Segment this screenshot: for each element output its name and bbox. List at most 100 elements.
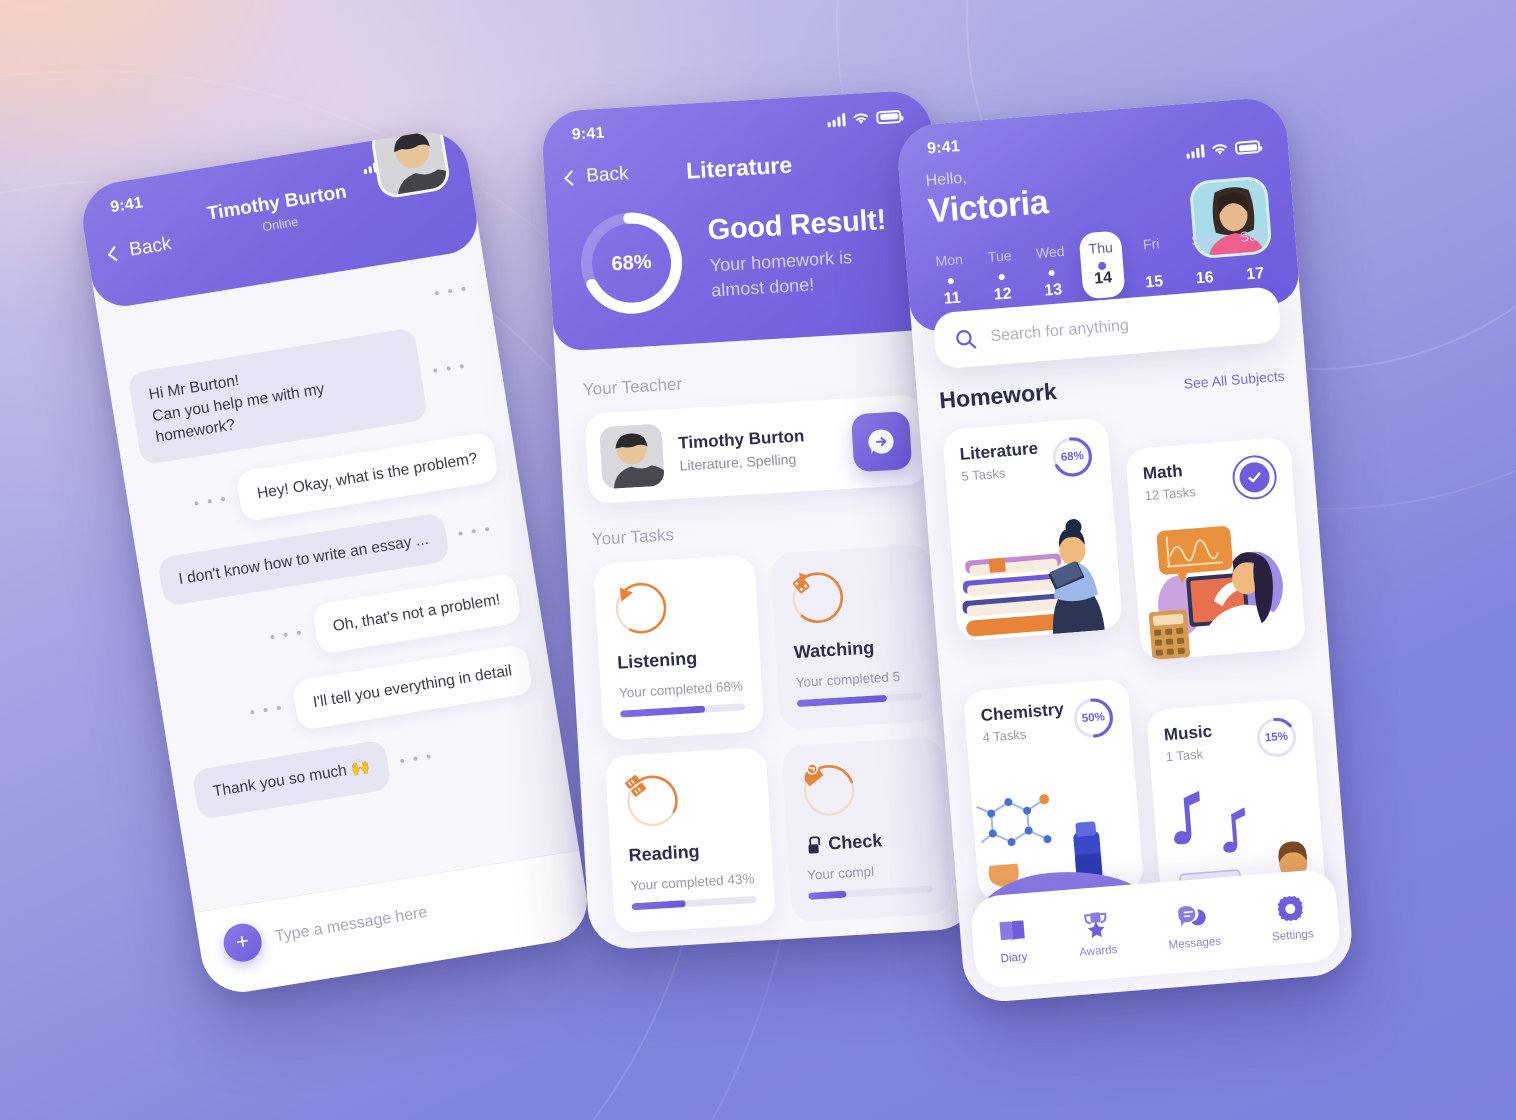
see-all-subjects-link[interactable]: See All Subjects <box>1183 368 1285 392</box>
day-sun[interactable]: Sun 17 <box>1231 226 1278 287</box>
task-progress-ring <box>789 569 846 626</box>
message-options-icon[interactable]: • • • <box>398 748 434 770</box>
task-progress-text: Your compl <box>806 863 875 883</box>
day-name: Sat <box>1190 231 1213 249</box>
subject-progress-ring: 15% <box>1254 715 1299 760</box>
chat-message-list: • • • Hi Mr Burton! Can you help me with… <box>97 249 565 823</box>
subject-percent-label: 50% <box>1081 711 1106 725</box>
task-progress-text: Your completed 5 <box>795 668 901 691</box>
task-progress-ring <box>801 762 858 819</box>
chat-messages-container: Hi Mr Burton! Can you help me with my ho… <box>127 318 545 820</box>
day-fri[interactable]: Fri 15 <box>1130 234 1177 295</box>
book-icon <box>624 772 681 829</box>
day-number: 11 <box>943 289 962 308</box>
task-progress-ring <box>624 772 681 829</box>
task-card[interactable]: Check Your compl <box>781 736 953 923</box>
battery-icon <box>875 109 902 124</box>
day-tue[interactable]: Tue 12 <box>978 246 1025 307</box>
subject-name: Literature <box>959 438 1039 464</box>
day-thu[interactable]: Thu 14 <box>1078 230 1126 300</box>
message-arrow-icon <box>868 429 894 455</box>
subject-task-count: 5 Tasks <box>960 465 1006 484</box>
day-number: 16 <box>1195 269 1215 288</box>
day-name: Sun <box>1239 226 1266 245</box>
search-input[interactable]: Search for anything <box>990 317 1130 346</box>
battery-icon <box>1234 139 1261 155</box>
subjects-grid: Literature 5 Tasks 68% Math 12 Tasks Chemistr… <box>941 403 1328 937</box>
task-progress-bar <box>808 885 934 900</box>
lock-icon <box>805 836 821 854</box>
tab-label: Diary <box>1000 951 1028 966</box>
chat-input-bar: + Type a message here <box>194 849 594 998</box>
phone-mockup-stage: 9:41 Back Timothy Burton Online • • • Hi… <box>0 0 1516 1120</box>
task-name: Reading <box>628 841 701 866</box>
message-input[interactable]: Type a message here <box>274 904 429 946</box>
subject-name: Chemistry <box>980 699 1065 726</box>
message-options-icon[interactable]: • • • <box>431 358 467 380</box>
tab-diary[interactable]: Diary <box>997 915 1029 965</box>
message-bubble[interactable]: Thank you so much 🙌 <box>191 739 392 820</box>
message-options-icon[interactable]: • • • <box>249 700 285 722</box>
day-number: 13 <box>1043 281 1063 300</box>
signal-icon <box>827 112 846 127</box>
subject-name: Math <box>1142 461 1184 484</box>
task-card[interactable]: Listening Your completed 68% <box>593 554 765 741</box>
task-name: Check <box>805 827 931 855</box>
message-bubble[interactable]: Hi Mr Burton! Can you help me with my ho… <box>127 327 429 466</box>
day-dot-icon <box>1048 269 1056 277</box>
day-sat[interactable]: Sat 16 <box>1180 230 1227 291</box>
day-wed[interactable]: Wed 13 <box>1029 242 1076 303</box>
subject-name: Music <box>1163 721 1213 745</box>
subject-task-count: 1 Task <box>1165 746 1204 765</box>
day-mon[interactable]: Mon 11 <box>928 251 975 312</box>
tab-settings[interactable]: Settings <box>1269 892 1314 943</box>
day-dot-icon <box>947 277 955 285</box>
day-number: 17 <box>1245 264 1265 284</box>
tab-messages[interactable]: Messages <box>1165 900 1221 952</box>
message-options-icon[interactable]: • • • <box>193 491 229 513</box>
task-name: Listening <box>616 647 698 673</box>
teacher-avatar[interactable] <box>369 126 452 201</box>
subject-percent-label: 15% <box>1264 730 1289 745</box>
message-options-icon[interactable]: • • • <box>433 280 469 302</box>
day-name: Tue <box>987 247 1013 266</box>
book-icon <box>997 915 1027 947</box>
message-options-icon[interactable]: • • • <box>269 624 305 646</box>
day-name: Thu <box>1088 239 1114 257</box>
message-bubble[interactable]: I'll tell you everything in detail <box>291 643 534 731</box>
tab-label: Awards <box>1078 943 1118 959</box>
subject-card[interactable]: Chemistry 4 Tasks 50% <box>962 678 1145 903</box>
subject-percent-label: 68% <box>1060 450 1085 464</box>
day-name: Wed <box>1035 242 1066 262</box>
girl-reading-books-illustration <box>948 497 1123 642</box>
tasks-grid: Listening Your completed 68% Watching Your … <box>593 543 953 934</box>
progress-ring: 68% <box>572 204 690 322</box>
teacher-section-label: Your Teacher <box>582 374 683 400</box>
message-options-icon[interactable]: • • • <box>457 521 493 543</box>
day-name: Mon <box>934 251 964 270</box>
woman-chart-calculator-illustration <box>1131 516 1306 661</box>
message-bubble[interactable]: Oh, that's not a problem! <box>311 572 522 655</box>
task-progress-bar <box>796 692 922 708</box>
task-card[interactable]: Watching Your completed 5 <box>770 543 942 731</box>
subject-task-count: 12 Tasks <box>1144 484 1197 504</box>
search-icon <box>956 330 977 349</box>
tab-awards[interactable]: Awards <box>1076 908 1118 959</box>
day-name: Fri <box>1142 235 1160 253</box>
subject-card[interactable]: Math 12 Tasks <box>1124 436 1307 661</box>
subject-card[interactable]: Literature 5 Tasks 68% <box>941 417 1124 642</box>
chevron-left-icon <box>107 245 123 261</box>
gear-icon <box>1269 892 1313 925</box>
play-icon <box>612 580 669 637</box>
signal-icon <box>1186 144 1205 159</box>
status-time: 9:41 <box>571 124 606 144</box>
add-attachment-button[interactable]: + <box>220 920 265 965</box>
task-progress-text: Your completed 68% <box>618 678 744 701</box>
subject-task-count: 4 Tasks <box>981 726 1027 746</box>
message-teacher-button[interactable] <box>850 410 913 473</box>
wifi-icon <box>853 112 869 124</box>
task-card[interactable]: Reading Your completed 43% <box>604 747 776 934</box>
back-button[interactable]: Back <box>107 233 173 265</box>
section-title: Homework <box>938 378 1058 414</box>
teacher-card[interactable]: Timothy Burton Literature, Spelling <box>584 394 928 505</box>
